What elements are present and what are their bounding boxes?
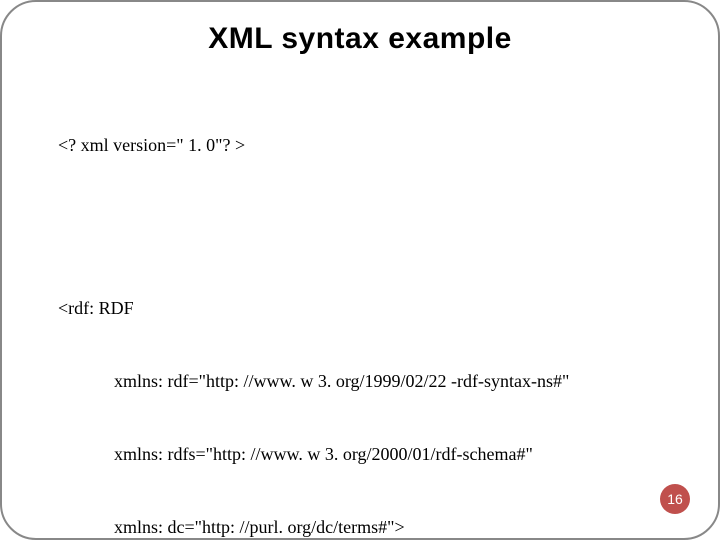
slide-frame: XML syntax example <? xml version=" 1. 0… bbox=[0, 0, 720, 540]
rdf-open: <rdf: RDF bbox=[58, 296, 662, 320]
page-number-badge: 16 bbox=[660, 484, 690, 514]
xml-declaration: <? xml version=" 1. 0"? > bbox=[58, 133, 662, 157]
ns-rdf: xmlns: rdf="http: //www. w 3. org/1999/0… bbox=[58, 369, 662, 393]
ns-dc: xmlns: dc="http: //purl. org/dc/terms#"> bbox=[58, 515, 662, 539]
rdf-open-block: <rdf: RDF xmlns: rdf="http: //www. w 3. … bbox=[58, 248, 662, 540]
ns-rdfs: xmlns: rdfs="http: //www. w 3. org/2000/… bbox=[58, 442, 662, 466]
slide-title: XML syntax example bbox=[58, 22, 662, 56]
code-block: <? xml version=" 1. 0"? > <rdf: RDF xmln… bbox=[58, 84, 662, 540]
